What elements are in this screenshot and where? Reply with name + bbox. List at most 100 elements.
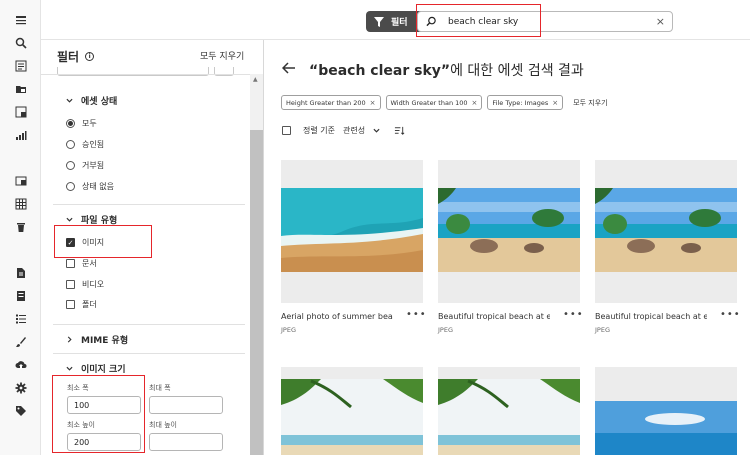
asset-card[interactable]: Beautiful tropical beach at ex... ••• JP… — [595, 160, 740, 334]
asset-thumbnail[interactable] — [281, 367, 423, 455]
gear-icon[interactable] — [14, 381, 27, 394]
radio-selected[interactable] — [66, 119, 75, 128]
checkbox[interactable] — [66, 280, 75, 289]
filter-chip-width[interactable]: Width Greater than 100 × — [385, 95, 483, 110]
filter-chip-file-type[interactable]: File Type: Images × — [487, 95, 564, 110]
checkbox[interactable] — [66, 259, 75, 268]
trash-icon[interactable] — [14, 220, 27, 233]
back-arrow-icon[interactable] — [282, 62, 296, 74]
radio[interactable] — [66, 140, 75, 149]
file-type-option-video[interactable]: 비디오 — [66, 279, 104, 290]
asset-thumbnail[interactable] — [281, 160, 423, 303]
filter-chip-height[interactable]: Height Greater than 200 × — [281, 95, 381, 110]
filter-panel-title: 필터 i — [57, 48, 95, 65]
brush-icon[interactable] — [14, 335, 27, 348]
form-icon[interactable] — [14, 289, 27, 302]
remove-chip-icon[interactable]: × — [472, 99, 478, 107]
clear-all-filters-link[interactable]: 모두 지우기 — [200, 49, 244, 62]
tag-icon[interactable] — [14, 404, 27, 417]
search-icon[interactable] — [14, 36, 27, 49]
divider — [53, 204, 245, 205]
image-size-header[interactable]: 이미지 크기 — [66, 362, 126, 375]
title-suffix: 에 대한 에셋 검색 결과 — [450, 63, 584, 79]
image-icon[interactable] — [14, 174, 27, 187]
chip-label: Height Greater than 200 — [286, 98, 366, 107]
more-options-icon[interactable]: ••• — [720, 309, 741, 320]
palm-beach-image — [438, 379, 580, 455]
asset-thumbnail[interactable] — [595, 367, 737, 455]
asset-card[interactable]: Beautiful tropical beach at ex... ••• JP… — [438, 160, 583, 334]
max-width-label: 최대 폭 — [149, 384, 171, 392]
filter-icon — [374, 16, 384, 27]
radio[interactable] — [66, 182, 75, 191]
chevron-down-icon[interactable] — [373, 127, 380, 134]
folder-icon[interactable] — [14, 82, 27, 95]
upload-icon[interactable] — [14, 358, 27, 371]
asset-status-heading: 에셋 상태 — [81, 97, 118, 107]
scroll-up-icon[interactable]: ▲ — [253, 76, 258, 83]
list-icon[interactable] — [14, 59, 27, 72]
file-type-option-document[interactable]: 문서 — [66, 258, 97, 269]
checkbox[interactable] — [66, 300, 75, 309]
mime-type-header[interactable]: MIME 유형 — [66, 333, 128, 346]
filter-button-label: 필터 — [391, 18, 408, 28]
asset-thumbnail[interactable] — [595, 160, 737, 303]
scrollbar-thumb[interactable] — [250, 130, 263, 455]
remove-chip-icon[interactable]: × — [552, 99, 558, 107]
chevron-down-icon — [66, 98, 73, 103]
asset-type: JPEG — [281, 326, 296, 334]
asset-thumbnail[interactable] — [438, 367, 580, 455]
sea-sky-image — [595, 379, 737, 455]
asset-status-header[interactable]: 에셋 상태 — [66, 94, 117, 107]
asset-title: Beautiful tropical beach at ex... — [595, 312, 707, 321]
asset-type: JPEG — [595, 326, 610, 334]
status-option-all[interactable]: 모두 — [66, 118, 97, 129]
sort-dropdown[interactable]: 관련성 — [343, 125, 365, 136]
asset-card[interactable]: Aerial photo of summer beac... ••• JPEG — [281, 160, 426, 334]
tasks-icon[interactable] — [14, 312, 27, 325]
sort-order-icon[interactable] — [394, 125, 405, 136]
divider — [53, 353, 245, 354]
status-option-none[interactable]: 상태 없음 — [66, 181, 114, 192]
filter-panel: 필터 i 모두 지우기 ▲ 에셋 상태 모두 승인됨 거부됨 상태 없음 파일 … — [41, 40, 264, 455]
clear-chips-link[interactable]: 모두 지우기 — [573, 98, 607, 108]
more-options-icon[interactable]: ••• — [563, 309, 584, 320]
sort-label: 정렬 기준 — [303, 126, 335, 135]
chevron-down-icon — [66, 217, 73, 222]
tropical-beach-image — [438, 188, 580, 272]
asset-card[interactable] — [595, 367, 737, 455]
more-options-icon[interactable]: ••• — [406, 309, 427, 320]
info-icon[interactable]: i — [85, 52, 95, 61]
option-label: 폴더 — [82, 300, 97, 309]
search-query-text: “beach clear sky” — [309, 63, 451, 79]
asset-card[interactable] — [281, 367, 423, 455]
chart-icon[interactable] — [14, 128, 27, 141]
status-option-rejected[interactable]: 거부됨 — [66, 160, 104, 171]
board-icon[interactable] — [14, 105, 27, 118]
asset-card[interactable] — [438, 367, 580, 455]
sort-bar: 정렬 기준 관련성 — [282, 125, 405, 136]
highlight-box — [52, 375, 145, 453]
chip-label: File Type: Images — [492, 98, 549, 107]
grid-icon[interactable] — [14, 197, 27, 210]
document-icon[interactable] — [14, 266, 27, 279]
mime-type-heading: MIME 유형 — [81, 336, 129, 346]
file-type-option-folder[interactable]: 폴더 — [66, 299, 97, 310]
asset-thumbnail[interactable] — [438, 160, 580, 303]
filter-title-text: 필터 — [57, 50, 80, 64]
option-label: 승인됨 — [82, 140, 105, 149]
status-option-approved[interactable]: 승인됨 — [66, 139, 104, 150]
option-label: 비디오 — [82, 280, 105, 289]
remove-chip-icon[interactable]: × — [370, 99, 376, 107]
page-title: “beach clear sky”에 대한 에셋 검색 결과 — [309, 60, 584, 80]
max-height-field[interactable] — [149, 433, 223, 451]
palm-beach-image — [281, 379, 423, 455]
option-label: 모두 — [82, 119, 97, 128]
max-width-field[interactable] — [149, 396, 223, 414]
divider — [53, 324, 245, 325]
highlight-box — [416, 4, 541, 37]
radio[interactable] — [66, 161, 75, 170]
clear-search-icon[interactable]: × — [656, 15, 665, 28]
menu-icon[interactable] — [14, 13, 27, 26]
select-all-checkbox[interactable] — [282, 126, 291, 135]
